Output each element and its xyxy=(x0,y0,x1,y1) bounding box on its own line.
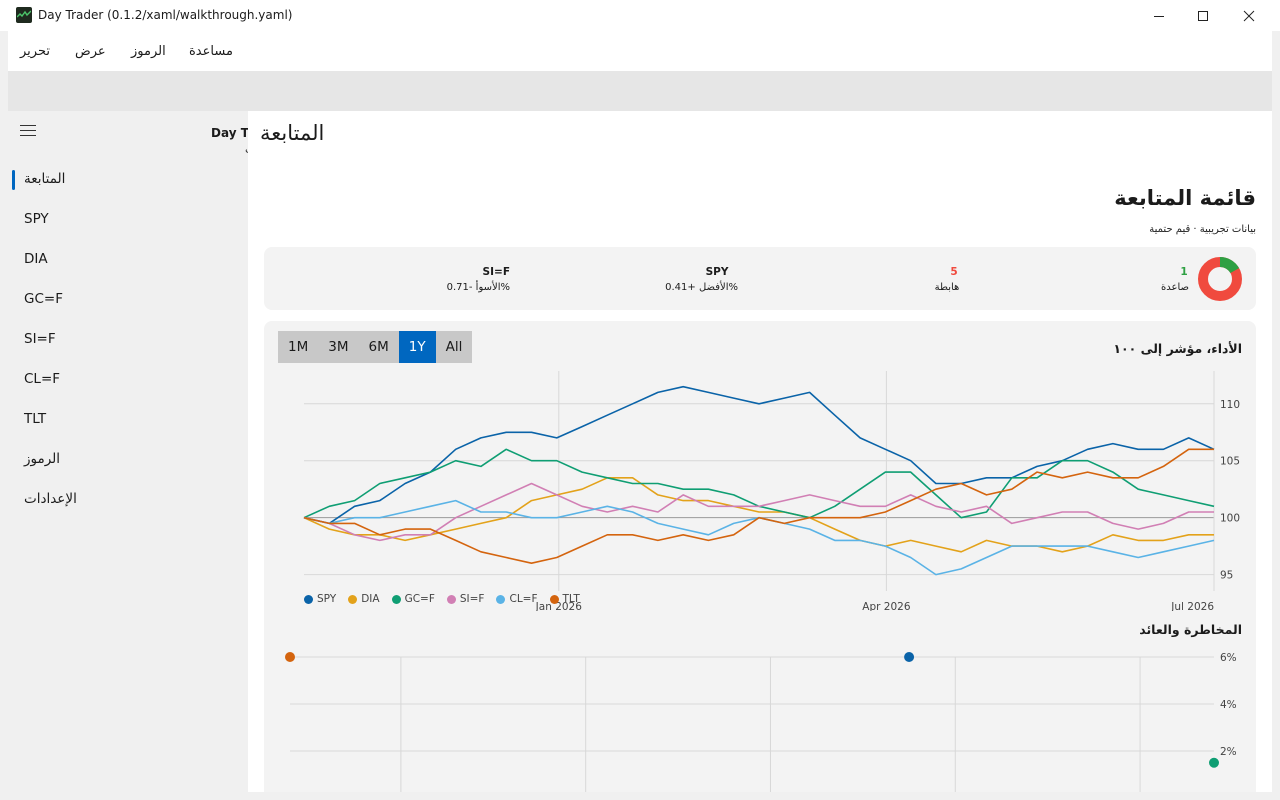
legend-label: CL=F xyxy=(509,593,538,605)
watchlist-title: قائمة المتابعة xyxy=(1114,186,1256,210)
legend-dot-icon xyxy=(304,594,313,604)
risk-return-title: المخاطرة والعائد xyxy=(1139,622,1242,637)
series-line-gcf xyxy=(303,448,1215,519)
chart-legend: SPY DIA GC=F SI=F CL=F TLT xyxy=(304,593,580,605)
nav-item-label: TLT xyxy=(24,411,47,427)
maximize-button[interactable] xyxy=(1180,0,1226,31)
worst-label: الأسوأ -0.71% xyxy=(446,282,510,293)
title-bar: Day Trader (0.1.2/xaml/walkthrough.yaml) xyxy=(0,0,1280,31)
y-tick-label: 2% xyxy=(1220,746,1237,758)
hamburger-menu-icon[interactable] xyxy=(20,125,36,137)
menu-edit[interactable]: تحرير xyxy=(20,44,50,59)
nav-item-dia[interactable]: DIA xyxy=(12,241,242,277)
nav-item-settings[interactable]: الإعدادات xyxy=(12,481,242,517)
legend-label: SPY xyxy=(317,593,337,605)
window-left-edge xyxy=(0,31,8,800)
nav-item-label: المتابعة xyxy=(24,171,66,187)
legend-dot-icon xyxy=(348,594,358,604)
y-tick-label: 100 xyxy=(1220,513,1240,525)
close-icon xyxy=(1243,10,1255,21)
legend-label: DIA xyxy=(361,593,380,605)
series-line-dia xyxy=(303,477,1214,553)
summary-card: 1 صاعدة 5 هابطة SPY الأفضل +0.41% SI=F ا… xyxy=(264,247,1256,310)
down-count: 5 xyxy=(950,266,958,278)
close-button[interactable] xyxy=(1226,0,1272,31)
sidebar: Day Tr ت المتابعة SPY DIA GC=F SI=F CL=F… xyxy=(8,111,255,792)
minimize-button[interactable] xyxy=(1136,0,1182,31)
nav-item-symbols[interactable]: الرموز xyxy=(12,441,242,477)
watchlist-subtitle: بيانات تجريبية · قيم حتمية xyxy=(1149,224,1256,235)
scatter-point-tlt[interactable] xyxy=(285,652,295,662)
y-tick-label: 105 xyxy=(1220,456,1240,468)
legend-dot-icon xyxy=(391,594,401,604)
nav-item-spy[interactable]: SPY xyxy=(12,201,242,237)
nav-item-tlt[interactable]: TLT xyxy=(12,401,242,437)
best-symbol: SPY xyxy=(705,266,729,278)
up-label: صاعدة xyxy=(1161,282,1189,293)
nav-item-watchlist[interactable]: المتابعة xyxy=(12,161,242,197)
performance-line-chart: 11010510095Jan 2026 Apr 2026 Jul 2026 xyxy=(303,371,1240,611)
app-icon xyxy=(16,7,32,23)
legend-label: SI=F xyxy=(459,593,485,605)
worst-symbol: SI=F xyxy=(482,266,510,278)
y-tick-label: 6% xyxy=(1220,652,1237,664)
menu-view[interactable]: عرض xyxy=(75,44,106,59)
main-content: المتابعة قائمة المتابعة بيانات تجريبية ·… xyxy=(248,111,1272,792)
legend-item[interactable]: SPY xyxy=(304,593,336,605)
menu-help[interactable]: مساعدة xyxy=(189,44,233,59)
nav-item-gold[interactable]: GC=F xyxy=(12,281,242,317)
maximize-icon xyxy=(1198,10,1208,21)
legend-label: GC=F xyxy=(404,593,435,605)
window-bottom-edge xyxy=(0,792,1280,800)
nav-item-label: الإعدادات xyxy=(24,491,77,507)
up-down-donut-chart xyxy=(1198,257,1242,301)
nav-item-label: DIA xyxy=(24,251,48,267)
x-tick-label: Jul 2026 xyxy=(1170,601,1214,611)
legend-dot-icon xyxy=(496,594,506,604)
legend-dot-icon xyxy=(549,594,559,604)
best-label: الأفضل +0.41% xyxy=(665,282,738,293)
y-tick-label: 95 xyxy=(1220,570,1233,582)
nav-item-label: SPY xyxy=(24,211,49,227)
series-line-spy xyxy=(303,385,1215,525)
legend-item[interactable]: DIA xyxy=(348,593,380,605)
nav-item-crude[interactable]: CL=F xyxy=(12,361,242,397)
risk-return-scatter-chart: 6% 4% 2% xyxy=(285,652,1237,792)
legend-item[interactable]: GC=F xyxy=(391,593,435,605)
scatter-point-spy[interactable] xyxy=(904,652,915,662)
x-tick-label: Apr 2026 xyxy=(862,601,911,611)
nav-item-silver[interactable]: SI=F xyxy=(12,321,242,357)
legend-dot-icon xyxy=(446,594,456,604)
legend-item[interactable]: TLT xyxy=(549,593,580,605)
legend-label: TLT xyxy=(562,593,580,605)
y-tick-label: 110 xyxy=(1220,399,1240,411)
nav-item-label: GC=F xyxy=(24,291,63,307)
nav-item-label: CL=F xyxy=(24,371,61,387)
y-tick-label: 4% xyxy=(1220,699,1237,711)
window-title: Day Trader (0.1.2/xaml/walkthrough.yaml) xyxy=(38,8,293,22)
down-label: هابطة xyxy=(934,282,960,293)
up-count: 1 xyxy=(1180,266,1188,278)
header-strip xyxy=(8,71,1272,111)
legend-item[interactable]: SI=F xyxy=(446,593,485,605)
legend-item[interactable]: CL=F xyxy=(496,593,538,605)
menu-bar: تحرير عرض الرموز مساعدة xyxy=(8,31,1272,71)
menu-symbols[interactable]: الرموز xyxy=(131,44,166,59)
nav-item-label: SI=F xyxy=(24,331,56,347)
scatter-point-gcf[interactable] xyxy=(1209,757,1219,768)
performance-card: 1M 3M 6M 1Y All الأداء، مؤشر إلى ١٠٠ 110… xyxy=(264,321,1256,792)
page-title: المتابعة xyxy=(260,121,325,145)
selection-indicator xyxy=(12,170,15,190)
nav-item-label: الرموز xyxy=(24,451,61,467)
minimize-icon xyxy=(1154,15,1164,17)
window-right-edge xyxy=(1272,31,1280,800)
